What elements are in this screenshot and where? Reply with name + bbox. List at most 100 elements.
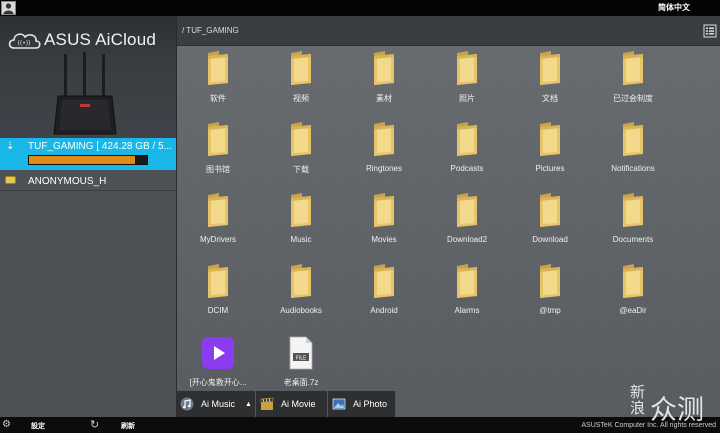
folder-item[interactable]: Download [509,192,591,244]
folder-item[interactable]: Pictures [509,121,591,173]
folder-item[interactable]: 下载 [260,121,342,175]
folder-icon [291,264,311,298]
top-bar: 简体中文 [0,0,720,16]
music-icon [180,397,194,411]
ai-photo-button[interactable]: Ai Photo [328,391,396,417]
folder-icon [623,193,643,227]
folder-item[interactable]: @eaDir [592,263,674,315]
folder-name: 已过会制度 [613,94,653,103]
folder-icon [457,193,477,227]
folder-icon [540,264,560,298]
folder-name: Android [370,306,398,315]
refresh-button[interactable]: 刷新 [121,421,135,431]
folder-icon [374,51,394,85]
drive-label: ANONYMOUS_H [28,176,107,187]
folder-icon [208,264,228,298]
folder-item[interactable]: 已过会制度 [592,50,674,104]
status-bar: ⚙ 設定 ↻ 刷新 ASUSTeK Computer Inc. All righ… [0,417,720,433]
drive-tuf-gaming[interactable]: ⇣ TUF_GAMING [ 424.28 GB / 5... [0,138,176,170]
folder-item[interactable]: Notifications [592,121,674,173]
ai-music-button[interactable]: Ai Music ▲ [176,391,256,417]
folder-name: 照片 [459,94,475,103]
folder-icon [540,122,560,156]
folder-item[interactable]: Alarms [426,263,508,315]
archive-file-icon: FILE [289,336,313,370]
folder-item[interactable]: 文档 [509,50,591,104]
folder-icon [208,122,228,156]
folder-name: 软件 [210,94,226,103]
folder-name: Documents [612,235,654,244]
expand-up-icon[interactable]: ▲ [245,401,252,408]
folder-name: Alarms [454,306,480,315]
file-name: [开心鬼救开心... [189,378,247,387]
watermark-line1: 新浪 [630,383,646,417]
folder-item[interactable]: Documents [592,192,674,244]
folder-name: Notifications [611,164,655,173]
video-file-icon [202,337,234,369]
folder-name: 视频 [293,94,309,103]
file-name: 老桌面.7z [283,378,319,387]
folder-icon [374,193,394,227]
folder-name: @tmp [539,306,561,315]
svg-text:((•)): ((•)) [18,40,31,47]
watermark-logo: 新浪 众测 [630,382,710,426]
file-item[interactable]: FILE 老桌面.7z [260,336,342,388]
movie-clapper-icon [260,397,274,410]
folder-item[interactable]: Download2 [426,192,508,244]
breadcrumb: / TUF_GAMING [182,26,239,35]
folder-item[interactable]: @tmp [509,263,591,315]
folder-name: Download [532,235,568,244]
folder-icon [457,264,477,298]
folder-name: Download2 [446,235,488,244]
settings-icon[interactable]: ⚙ [2,419,11,430]
folder-item[interactable]: 软件 [177,50,259,104]
folder-item[interactable]: 图书馆 [177,121,259,175]
folder-item[interactable]: Movies [343,192,425,244]
language-selector[interactable]: 简体中文 [658,2,690,13]
ai-movie-button[interactable]: Ai Movie [256,391,328,417]
file-badge: FILE [296,356,306,362]
folder-icon [291,122,311,156]
folder-item[interactable]: 素材 [343,50,425,104]
folder-item[interactable]: Podcasts [426,121,508,173]
folder-item[interactable]: MyDrivers [177,192,259,244]
ai-movie-label: Ai Movie [281,399,316,409]
folder-item[interactable]: Audiobooks [260,263,342,315]
aicloud-logo-icon: ((•)) [8,33,41,49]
folder-icon [374,122,394,156]
drive-usage-fill [29,156,136,164]
drive-anonymous[interactable]: ANONYMOUS_H [0,172,176,191]
folder-name: DCIM [207,306,229,315]
folder-name: Pictures [535,164,565,173]
folder-icon [374,264,394,298]
folder-icon [623,122,643,156]
sidebar: ((•)) ASUS AiCloud ⇣ TUF_GAMING [ 424.28… [0,16,176,417]
folder-name: Audiobooks [280,306,322,315]
settings-button[interactable]: 設定 [31,421,45,431]
refresh-icon[interactable]: ↻ [90,418,99,431]
user-icon[interactable] [1,1,16,15]
folder-name: 下载 [293,165,309,174]
folder-item[interactable]: 照片 [426,50,508,104]
folder-name: Ringtones [365,164,403,173]
folder-icon [291,51,311,85]
watermark-line2: 众测 [650,395,704,426]
folder-icon [540,51,560,85]
folder-name: MyDrivers [200,235,236,244]
folder-name: @eaDir [619,306,647,315]
file-browser: / TUF_GAMING 软件 视频 素材 照片 文档 已过会制度图书馆 下载 Rington… [176,16,720,417]
folder-item[interactable]: 视频 [260,50,342,104]
folder-item[interactable]: Ringtones [343,121,425,173]
file-item[interactable]: [开心鬼救开心... [177,336,259,388]
photo-icon [332,398,346,410]
folder-icon [457,122,477,156]
list-view-icon[interactable] [703,24,717,38]
folder-item[interactable]: Music [260,192,342,244]
folder-item[interactable]: DCIM [177,263,259,315]
ai-music-label: Ai Music [201,399,236,409]
drive-label: TUF_GAMING [ 424.28 GB / 5... [28,141,172,152]
folder-name: 图书馆 [206,165,230,174]
folder-item[interactable]: Android [343,263,425,315]
disk-icon [5,176,16,184]
folder-icon [540,193,560,227]
